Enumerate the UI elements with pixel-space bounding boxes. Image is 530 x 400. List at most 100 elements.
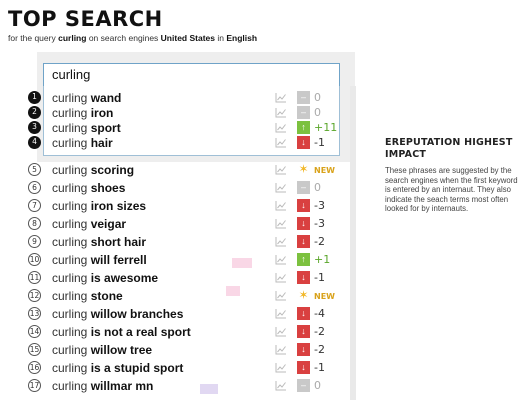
list-item[interactable]: 11 curling is awesome ↓ -1 [0, 269, 340, 287]
arrow-up-icon: ↑ [297, 253, 310, 266]
term-prefix: curling [52, 253, 88, 267]
chart-icon[interactable] [275, 122, 287, 133]
arrow-down-icon: ↓ [297, 136, 310, 149]
chart-icon[interactable] [275, 107, 287, 118]
rank-badge: 5 [28, 163, 41, 176]
term-prefix: curling [52, 325, 88, 339]
list-item[interactable]: 8 curling veigar ↓ -3 [0, 215, 340, 233]
term-prefix: curling [52, 307, 88, 321]
rank-badge: 10 [28, 253, 41, 266]
list-item[interactable]: 16 curling is a stupid sport ↓ -1 [0, 359, 340, 377]
chart-icon[interactable] [275, 200, 287, 211]
chart-icon[interactable] [275, 380, 287, 391]
arrow-down-icon: ↓ [297, 217, 310, 230]
term-prefix: curling [52, 121, 88, 135]
suggestion-term[interactable]: curling willow tree [52, 342, 152, 358]
list-item[interactable]: 13 curling willow branches ↓ -4 [0, 305, 340, 323]
term-suffix: wand [90, 91, 122, 105]
suggestion-term[interactable]: curling willow branches [52, 306, 183, 322]
list-item[interactable]: 10 curling will ferrell ↑ +1 [0, 251, 340, 269]
rank-badge: 7 [28, 199, 41, 212]
chart-icon[interactable] [275, 344, 287, 355]
chart-icon[interactable] [275, 218, 287, 229]
term-prefix: curling [52, 199, 88, 213]
term-prefix: curling [52, 136, 88, 150]
list-item[interactable]: 7 curling iron sizes ↓ -3 [0, 197, 340, 215]
rank-change-value: +1 [314, 253, 331, 266]
chart-icon[interactable] [275, 164, 287, 175]
suggestion-term[interactable]: curling iron sizes [52, 198, 146, 214]
term-suffix: willow tree [90, 343, 153, 357]
rank-badge: 6 [28, 181, 41, 194]
term-prefix: curling [52, 217, 88, 231]
rank-badge: 1 [28, 91, 41, 104]
chart-icon[interactable] [275, 236, 287, 247]
suggestion-term[interactable]: curling hair [52, 135, 113, 151]
term-suffix: veigar [90, 217, 127, 231]
header: TOP SEARCH for the query curling on sear… [8, 6, 257, 43]
rank-badge: 3 [28, 121, 41, 134]
arrow-down-icon: ↓ [297, 343, 310, 356]
chart-icon[interactable] [275, 137, 287, 148]
term-prefix: curling [52, 343, 88, 357]
suggestion-term[interactable]: curling is not a real sport [52, 324, 191, 340]
list-item[interactable]: 17 curling willmar mn –0 [0, 377, 340, 395]
chart-icon[interactable] [275, 308, 287, 319]
term-suffix: short hair [90, 235, 147, 249]
term-prefix: curling [52, 235, 88, 249]
list-item[interactable]: 6 curling shoes –0 [0, 179, 340, 197]
dash-icon: – [297, 181, 310, 194]
star-icon: ✶ [298, 162, 309, 176]
rank-badge: 17 [28, 379, 41, 392]
rank-change-value: 0 [314, 181, 321, 194]
term-suffix: stone [90, 289, 123, 303]
arrow-down-icon: ↓ [297, 199, 310, 212]
list-item[interactable]: 4 curling hair ↓ -1 [0, 134, 340, 152]
suggestion-term[interactable]: curling shoes [52, 180, 125, 196]
list-item[interactable]: 9 curling short hair ↓ -2 [0, 233, 340, 251]
suggestion-term[interactable]: curling scoring [52, 162, 134, 178]
rank-badge: 12 [28, 289, 41, 302]
rank-change-value: -4 [314, 307, 325, 320]
list-item[interactable]: 12 curling stone ✶ NEW [0, 287, 340, 305]
suggestion-term[interactable]: curling short hair [52, 234, 146, 250]
suggestion-term[interactable]: curling willmar mn [52, 378, 153, 394]
chart-icon[interactable] [275, 182, 287, 193]
arrow-down-icon: ↓ [297, 325, 310, 338]
suggestion-term[interactable]: curling is a stupid sport [52, 360, 183, 376]
subtitle-query: curling [58, 33, 87, 43]
list-item[interactable]: 5 curling scoring ✶ NEW [0, 161, 340, 179]
rank-badge: 15 [28, 343, 41, 356]
term-suffix: is a stupid sport [90, 361, 184, 375]
subtitle-in: in [217, 33, 224, 43]
suggestion-term[interactable]: curling will ferrell [52, 252, 147, 268]
arrow-down-icon: ↓ [297, 307, 310, 320]
dash-icon: – [297, 379, 310, 392]
chart-icon[interactable] [275, 290, 287, 301]
chart-icon[interactable] [275, 362, 287, 373]
rank-badge: 11 [28, 271, 41, 284]
chart-icon[interactable] [275, 92, 287, 103]
sidebar-text: These phrases are suggested by the searc… [385, 166, 518, 214]
page-subtitle: for the query curling on search engines … [8, 33, 257, 43]
subtitle-language: English [226, 33, 258, 43]
search-input[interactable]: curling [43, 63, 340, 87]
rank-badge: 13 [28, 307, 41, 320]
suggestion-term[interactable]: curling stone [52, 288, 123, 304]
rank-change-value: 0 [314, 379, 321, 392]
dropdown-scrollbar[interactable] [350, 86, 356, 400]
chart-icon[interactable] [275, 254, 287, 265]
rank-badge: 2 [28, 106, 41, 119]
list-item[interactable]: 14 curling is not a real sport ↓ -2 [0, 323, 340, 341]
term-suffix: scoring [90, 163, 135, 177]
suggestion-term[interactable]: curling is awesome [52, 270, 158, 286]
chart-icon[interactable] [275, 272, 287, 283]
subtitle-prefix: for the query [8, 33, 56, 43]
page-title: TOP SEARCH [8, 7, 163, 31]
rank-change-value: NEW [314, 292, 335, 301]
list-item[interactable]: 15 curling willow tree ↓ -2 [0, 341, 340, 359]
term-suffix: willmar mn [90, 379, 154, 393]
chart-icon[interactable] [275, 326, 287, 337]
dash-icon: – [297, 106, 310, 119]
suggestion-term[interactable]: curling veigar [52, 216, 126, 232]
